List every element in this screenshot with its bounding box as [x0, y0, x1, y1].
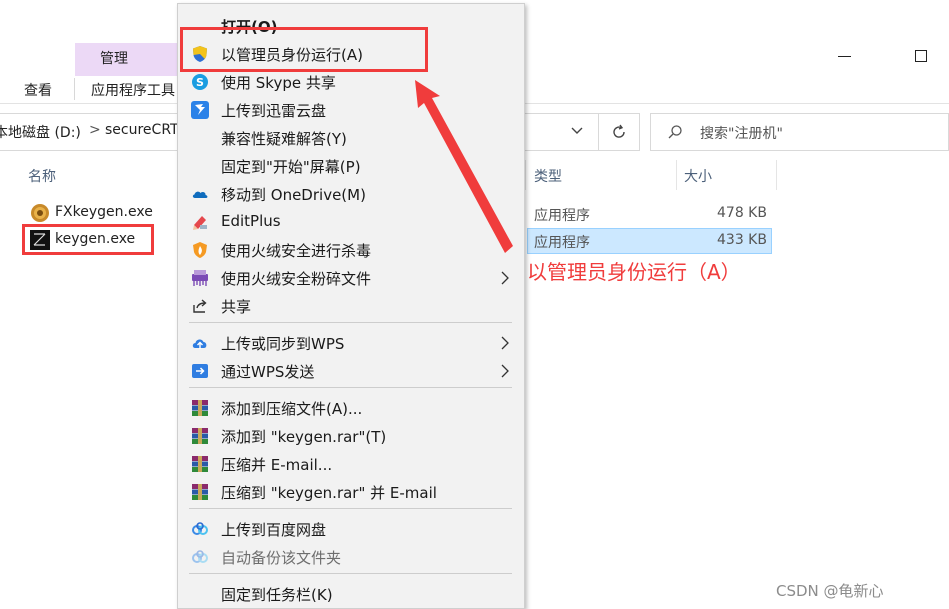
search-placeholder: 搜索"注册机"	[700, 126, 783, 142]
chevron-right-icon	[501, 364, 509, 378]
menu-item-wps-send[interactable]: 通过WPS发送	[178, 357, 524, 385]
search-icon	[668, 125, 682, 139]
chevron-right-icon	[501, 271, 509, 285]
refresh-icon	[613, 124, 625, 138]
menu-item-label: 自动备份该文件夹	[221, 549, 342, 567]
chevron-right-icon	[501, 336, 509, 350]
menu-item-label: 使用火绒安全粉碎文件	[221, 270, 372, 288]
baidu-netdisk-icon	[192, 522, 208, 535]
menu-item-label: 共享	[221, 298, 252, 316]
menu-item-label: 上传到百度网盘	[221, 521, 327, 539]
ribbon-divider	[74, 78, 75, 100]
menu-item-label: 添加到 "keygen.rar"(T)	[221, 428, 387, 446]
annotation-text: 以管理员身份运行（A）	[527, 260, 741, 284]
highlight-box-run-as-admin	[180, 27, 428, 72]
menu-item-thunder-upload[interactable]: 上传到迅雷云盘	[178, 96, 524, 124]
tab-app-tools[interactable]: 应用程序工具	[91, 78, 175, 104]
huorong-icon	[193, 242, 207, 258]
menu-item-label: 使用火绒安全进行杀毒	[221, 242, 372, 260]
menu-item-label: 压缩到 "keygen.rar" 并 E-mail	[221, 484, 437, 502]
menu-item-label: 固定到"开始"屏幕(P)	[221, 158, 361, 176]
menu-item-add-to-archive[interactable]: 添加到压缩文件(A)...	[178, 394, 524, 422]
column-header-type[interactable]: 类型	[534, 166, 562, 186]
column-header-name[interactable]: 名称	[28, 166, 56, 186]
menu-item-skype-share[interactable]: S 使用 Skype 共享	[178, 68, 524, 96]
baidu-netdisk-icon	[192, 550, 208, 563]
menu-item-label: 使用 Skype 共享	[221, 74, 336, 92]
menu-item-compress-email[interactable]: 压缩并 E-mail...	[178, 450, 524, 478]
menu-item-compatibility[interactable]: 兼容性疑难解答(Y)	[178, 124, 524, 152]
winrar-icon	[192, 484, 208, 500]
winrar-icon	[192, 428, 208, 444]
fxkeygen-app-icon	[31, 204, 49, 222]
menu-item-add-to-keygen-rar[interactable]: 添加到 "keygen.rar"(T)	[178, 422, 524, 450]
menu-item-label: 上传到迅雷云盘	[221, 102, 327, 120]
search-input[interactable]	[650, 113, 949, 151]
menu-separator	[189, 573, 512, 574]
menu-item-pin-taskbar[interactable]: 固定到任务栏(K)	[178, 580, 524, 608]
menu-item-editplus[interactable]: EditPlus	[178, 208, 524, 236]
breadcrumb-folder[interactable]: secureCRT	[105, 122, 179, 138]
column-divider[interactable]	[776, 160, 777, 190]
menu-item-pin-start[interactable]: 固定到"开始"屏幕(P)	[178, 152, 524, 180]
context-menu: 打开(O) 以管理员身份运行(A) S 使用 Skype 共享 上传到迅雷云盘 …	[177, 3, 525, 609]
file-type: 应用程序	[534, 208, 590, 224]
file-type: 应用程序	[534, 235, 590, 251]
menu-item-wps-upload[interactable]: 上传或同步到WPS	[178, 329, 524, 357]
column-divider[interactable]	[676, 160, 677, 190]
watermark: CSDN @龟新心	[776, 582, 884, 600]
breadcrumb-drive[interactable]: 本地磁盘 (D:)	[0, 122, 81, 142]
menu-item-huorong-scan[interactable]: 使用火绒安全进行杀毒	[178, 236, 524, 264]
refresh-button[interactable]	[598, 114, 638, 150]
thunder-icon	[191, 101, 209, 119]
wps-upload-icon	[192, 339, 207, 349]
menu-item-label: 通过WPS发送	[221, 363, 315, 381]
tab-view[interactable]: 查看	[24, 78, 52, 104]
file-size: 433 KB	[717, 232, 767, 248]
winrar-icon	[192, 456, 208, 472]
share-icon	[193, 299, 207, 313]
shredder-icon	[192, 270, 208, 286]
menu-item-baidu-upload[interactable]: 上传到百度网盘	[178, 515, 524, 543]
menu-item-label: 上传或同步到WPS	[221, 335, 345, 353]
file-size: 478 KB	[717, 205, 767, 221]
column-divider[interactable]	[525, 160, 526, 190]
menu-separator	[189, 322, 512, 323]
maximize-icon[interactable]	[915, 50, 927, 62]
menu-item-label: 移动到 OneDrive(M)	[221, 186, 366, 204]
winrar-icon	[192, 400, 208, 416]
menu-item-share[interactable]: 共享	[178, 292, 524, 320]
editplus-icon	[193, 216, 207, 230]
column-header-size[interactable]: 大小	[684, 166, 712, 186]
menu-separator	[189, 508, 512, 509]
chevron-down-icon[interactable]	[570, 124, 584, 138]
breadcrumb-chevron-icon: >	[89, 122, 101, 138]
tab-manage-label: 管理	[100, 51, 128, 67]
skype-icon: S	[192, 74, 208, 90]
menu-separator	[189, 387, 512, 388]
highlight-box-keygen	[22, 224, 154, 255]
file-name: FXkeygen.exe	[55, 204, 153, 220]
menu-item-compress-keygen-email[interactable]: 压缩到 "keygen.rar" 并 E-mail	[178, 478, 524, 506]
wps-send-icon	[192, 364, 208, 378]
menu-item-label: 兼容性疑难解答(Y)	[221, 130, 347, 148]
svg-text:S: S	[196, 76, 204, 89]
menu-item-onedrive[interactable]: 移动到 OneDrive(M)	[178, 180, 524, 208]
menu-item-label: EditPlus	[221, 212, 281, 230]
menu-item-label: 固定到任务栏(K)	[221, 586, 333, 604]
menu-item-label: 压缩并 E-mail...	[221, 456, 333, 474]
onedrive-icon	[192, 191, 208, 198]
menu-item-label: 添加到压缩文件(A)...	[221, 400, 363, 418]
minimize-icon[interactable]	[838, 56, 851, 57]
menu-item-huorong-shred[interactable]: 使用火绒安全粉碎文件	[178, 264, 524, 292]
menu-item-baidu-auto-backup: 自动备份该文件夹	[178, 543, 524, 571]
